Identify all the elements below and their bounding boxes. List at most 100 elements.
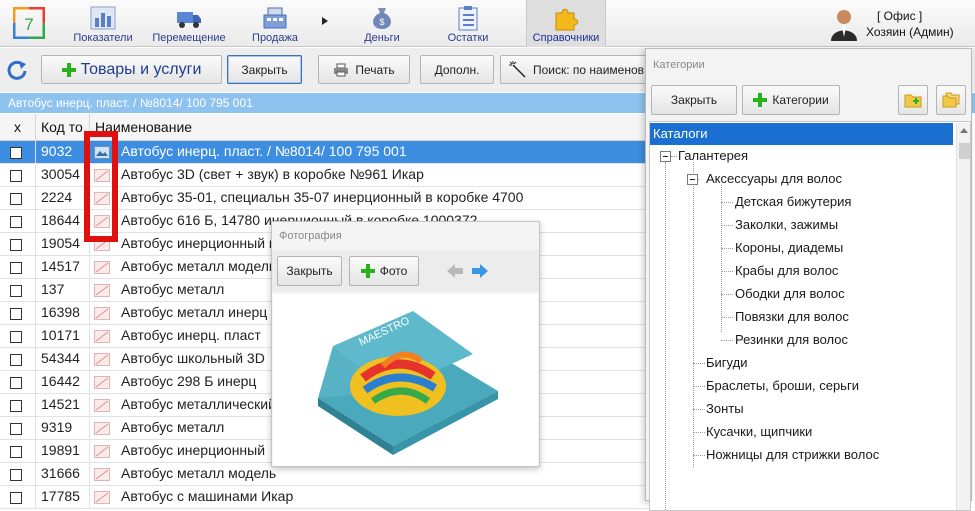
tree-node-item[interactable]: Бигуди (706, 355, 747, 370)
row-checkbox[interactable] (10, 170, 22, 182)
next-arrow-icon[interactable] (471, 263, 489, 279)
goods-services-button[interactable]: Товары и услуги (41, 55, 222, 84)
tree-node-leaf[interactable]: Заколки, зажимы (735, 217, 838, 232)
nav-label: Деньги (364, 32, 400, 44)
row-checkbox[interactable] (10, 193, 22, 205)
row-checkbox[interactable] (10, 331, 22, 343)
tree-node-leaf[interactable]: Ободки для волос (735, 286, 845, 301)
categories-panel: Категории Закрыть Категории Каталоги Гал… (645, 48, 972, 511)
tree-scrollbar[interactable] (956, 123, 970, 510)
row-code: 19054 (41, 235, 80, 251)
row-checkbox[interactable] (10, 423, 22, 435)
tree-connector (721, 202, 733, 203)
tree-node-item[interactable]: Ножницы для стрижки волос (706, 447, 879, 462)
category-tree: Каталоги Галантерея Аксессуары для волос Д… (649, 121, 971, 511)
scroll-thumb[interactable] (959, 143, 970, 159)
row-checkbox[interactable] (10, 308, 22, 320)
add-photo-button[interactable]: Фото (349, 256, 419, 286)
tree-node-leaf[interactable]: Резинки для волос (735, 332, 848, 347)
no-photo-icon[interactable] (94, 284, 110, 297)
no-photo-icon[interactable] (94, 491, 110, 504)
tree-connector (693, 455, 705, 456)
no-photo-icon[interactable] (94, 307, 110, 320)
tree-node-leaf[interactable]: Повязки для волос (735, 309, 849, 324)
row-name: Автобус 35-01, специальн 35-07 инерционн… (121, 189, 524, 205)
row-checkbox[interactable] (10, 262, 22, 274)
row-checkbox[interactable] (10, 400, 22, 412)
column-divider (89, 463, 90, 486)
close-button[interactable]: Закрыть (227, 55, 302, 84)
column-divider (89, 256, 90, 279)
tree-node-subgroup[interactable]: Аксессуары для волос (706, 171, 842, 186)
user-office: [ Офис ] (877, 9, 923, 23)
no-photo-icon[interactable] (94, 376, 110, 389)
tree-node-group[interactable]: Галантерея (678, 148, 748, 163)
row-checkbox[interactable] (10, 147, 22, 159)
row-checkbox[interactable] (10, 446, 22, 458)
column-divider (89, 394, 90, 417)
row-name: Автобус инерц. пласт (121, 327, 261, 343)
product-photo: MAESTRO (273, 294, 538, 466)
photo-close-button[interactable]: Закрыть (277, 256, 342, 286)
column-divider (89, 440, 90, 463)
row-checkbox[interactable] (10, 354, 22, 366)
row-checkbox[interactable] (10, 239, 22, 251)
nav-more-arrow-icon[interactable] (321, 16, 329, 26)
row-name: Автобус металлический (121, 396, 276, 412)
row-name: Автобус 3D (свет + звук) в коробке №961 … (121, 166, 424, 182)
add-folder-button[interactable] (898, 85, 928, 115)
no-photo-icon[interactable] (94, 353, 110, 366)
row-code: 18644 (41, 212, 80, 228)
scroll-up-icon[interactable] (960, 128, 968, 133)
no-photo-icon[interactable] (94, 445, 110, 458)
column-code[interactable]: Код то (36, 114, 90, 141)
nav-money[interactable]: $ Деньги (350, 0, 414, 47)
no-photo-icon[interactable] (94, 399, 110, 412)
no-photo-icon[interactable] (94, 468, 110, 481)
column-divider (35, 256, 36, 279)
copy-folder-button[interactable] (936, 85, 966, 115)
nav-stock[interactable]: Остатки (436, 0, 500, 47)
avatar (831, 10, 857, 41)
tree-node-item[interactable]: Кусачки, щипчики (706, 424, 812, 439)
collapse-toggle-icon[interactable] (660, 151, 671, 162)
row-checkbox[interactable] (10, 469, 22, 481)
tree-node-item[interactable]: Зонты (706, 401, 744, 416)
nav-directories[interactable]: Справочники (526, 0, 606, 47)
previous-arrow-icon[interactable] (446, 263, 464, 279)
nav-label: Остатки (447, 32, 489, 44)
add-icon (753, 93, 768, 107)
no-photo-icon[interactable] (94, 330, 110, 343)
tree-node-item[interactable]: Браслеты, броши, серьги (706, 378, 859, 393)
user-profile[interactable]: [ Офис ] Хозяин (Админ) (829, 7, 969, 41)
print-button[interactable]: Печать (318, 55, 410, 84)
column-select[interactable]: x (0, 114, 36, 141)
tree-connector (721, 340, 733, 341)
row-checkbox[interactable] (10, 285, 22, 297)
collapse-toggle-icon[interactable] (687, 174, 698, 185)
row-name: Автобус с машинами Икар (121, 488, 294, 504)
row-code: 17785 (41, 488, 80, 504)
row-checkbox[interactable] (10, 377, 22, 389)
add-category-button[interactable]: Категории (742, 85, 840, 115)
categories-close-button[interactable]: Закрыть (651, 85, 737, 115)
tree-node-leaf[interactable]: Детская бижутерия (735, 194, 851, 209)
more-button[interactable]: Дополн. (420, 55, 494, 84)
nav-indicators[interactable]: Показатели (66, 0, 140, 47)
column-divider (89, 371, 90, 394)
search-button[interactable]: Поиск: по наименов (500, 55, 650, 84)
folders-icon (942, 92, 960, 108)
row-checkbox[interactable] (10, 492, 22, 504)
tree-node-leaf[interactable]: Короны, диадемы (735, 240, 843, 255)
no-photo-icon[interactable] (94, 422, 110, 435)
tree-node-leaf[interactable]: Крабы для волос (735, 263, 838, 278)
row-checkbox[interactable] (10, 216, 22, 228)
nav-transfer[interactable]: Перемещение (150, 0, 228, 47)
no-photo-icon[interactable] (94, 261, 110, 274)
puzzle-icon (555, 8, 579, 31)
refresh-icon[interactable] (6, 59, 28, 81)
column-divider (35, 417, 36, 440)
nav-label: Показатели (73, 32, 133, 44)
tree-root-catalogs[interactable]: Каталоги (650, 123, 953, 145)
nav-sale[interactable]: Продажа (240, 0, 310, 47)
